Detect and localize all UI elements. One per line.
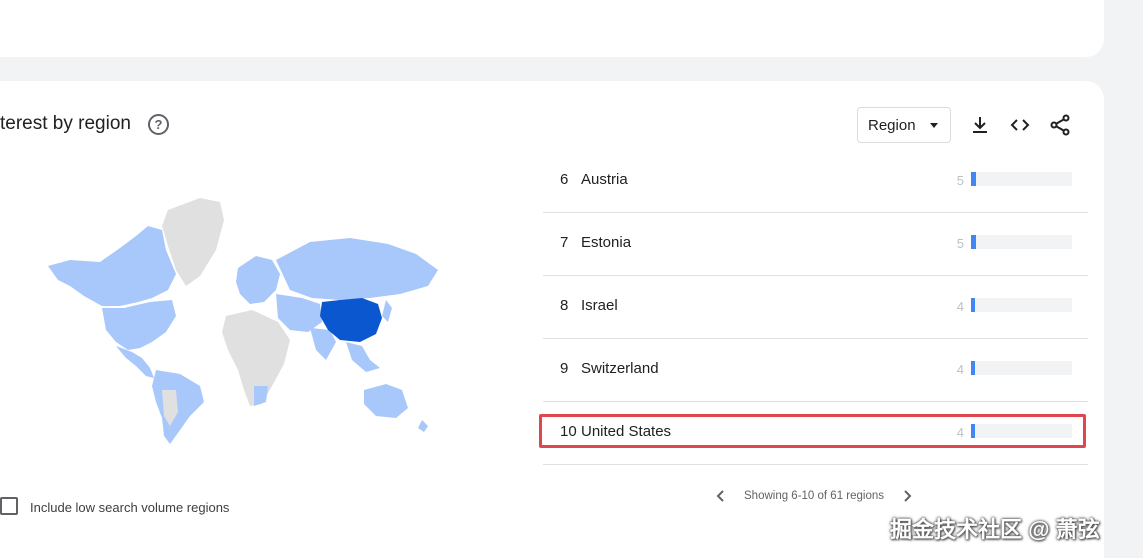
row-value: 5 <box>956 173 964 188</box>
row-bar-track <box>971 172 1072 186</box>
row-bar-track <box>971 235 1072 249</box>
map-region-united-states <box>102 300 176 350</box>
region-select[interactable]: Region <box>857 107 951 143</box>
table-row[interactable]: 8 Israel 4 <box>543 276 1088 339</box>
include-low-volume-checkbox[interactable] <box>0 497 18 515</box>
map-region-australia <box>364 384 408 418</box>
top-card <box>0 0 1104 57</box>
map-region-new-zealand <box>418 420 428 432</box>
table-row[interactable]: 10 United States 4 <box>543 402 1088 465</box>
map-region-south-america <box>152 370 204 444</box>
row-region-name[interactable]: Israel <box>581 297 618 314</box>
row-region-name[interactable]: United States <box>581 423 671 440</box>
map-region-central-america <box>116 346 154 378</box>
row-bar-fill <box>971 298 976 312</box>
map-region-africa-south <box>254 386 268 406</box>
row-value: 5 <box>956 236 964 251</box>
map-region-canada <box>48 226 176 306</box>
pagination: Showing 6-10 of 61 regions <box>712 487 916 505</box>
share-icon[interactable] <box>1048 113 1072 137</box>
table-row[interactable]: 6 Austria 5 <box>543 150 1088 213</box>
row-rank: 8 <box>560 297 569 314</box>
row-rank: 7 <box>560 234 569 251</box>
row-bar-track <box>971 424 1072 438</box>
row-region-name[interactable]: Estonia <box>581 234 631 251</box>
caret-down-icon <box>930 123 938 128</box>
pagination-info: Showing 6-10 of 61 regions <box>744 490 885 502</box>
row-rank: 10 <box>560 423 577 440</box>
row-bar-fill <box>971 424 976 438</box>
table-row[interactable]: 9 Switzerland 4 <box>543 339 1088 402</box>
map-region-europe <box>236 256 280 304</box>
region-list: 6 Austria 5 7 Estonia 5 8 Israel 4 9 Swi… <box>543 150 1088 465</box>
map-region-russia <box>276 238 438 300</box>
map-region-japan <box>382 300 392 322</box>
chevron-left-icon[interactable] <box>712 487 730 505</box>
row-region-name[interactable]: Switzerland <box>581 360 659 377</box>
row-region-name[interactable]: Austria <box>581 171 628 188</box>
row-bar-fill <box>971 361 976 375</box>
include-low-volume-label: Include low search volume regions <box>30 500 230 515</box>
help-icon[interactable]: ? <box>148 114 169 135</box>
world-map[interactable] <box>40 190 450 450</box>
row-bar-fill <box>971 235 977 249</box>
row-value: 4 <box>956 362 964 377</box>
row-bar-track <box>971 361 1072 375</box>
row-rank: 9 <box>560 360 569 377</box>
row-value: 4 <box>956 299 964 314</box>
map-region-central-asia <box>276 294 322 332</box>
row-rank: 6 <box>560 171 569 188</box>
map-region-southeast-asia <box>346 342 380 372</box>
region-select-value: Region <box>868 116 916 134</box>
embed-code-icon[interactable] <box>1008 113 1032 137</box>
download-icon[interactable] <box>968 113 992 137</box>
section-title: terest by region <box>0 113 131 134</box>
row-value: 4 <box>956 425 964 440</box>
table-row[interactable]: 7 Estonia 5 <box>543 213 1088 276</box>
row-bar-track <box>971 298 1072 312</box>
watermark: 掘金技术社区 @ 萧弦 <box>890 517 1100 542</box>
chevron-right-icon[interactable] <box>898 487 916 505</box>
row-bar-fill <box>971 172 977 186</box>
